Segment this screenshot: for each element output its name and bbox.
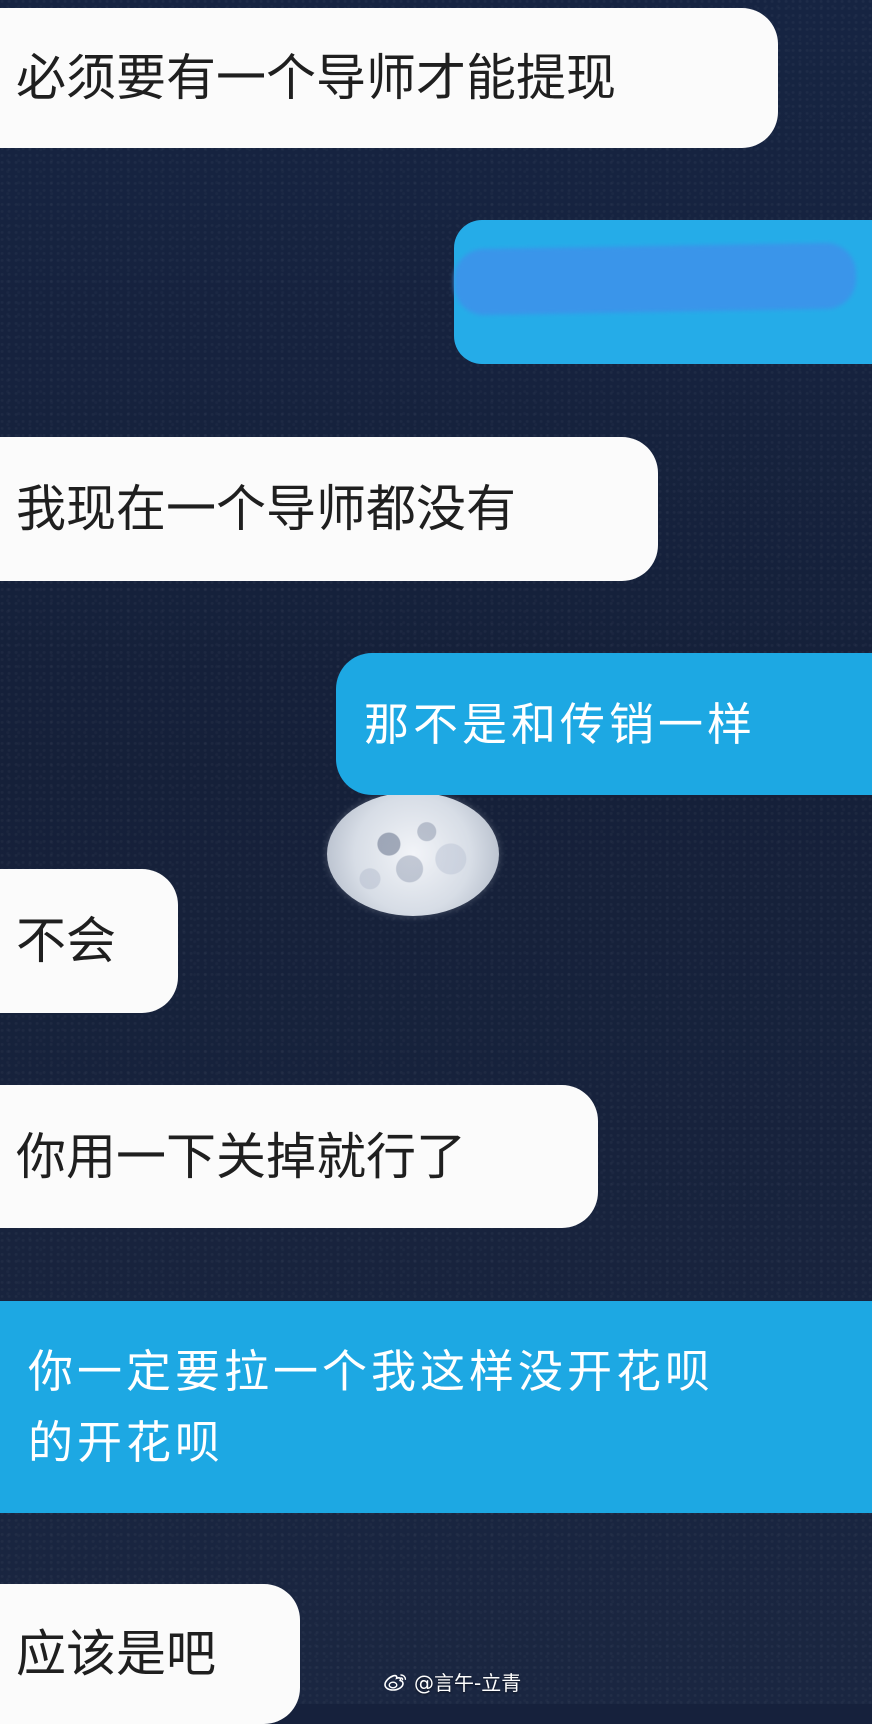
incoming-message-3: 不会 <box>0 869 178 1013</box>
message-text: 应该是吧 <box>16 1625 216 1683</box>
message-text: 必须要有一个导师才能提现 <box>16 49 616 107</box>
message-text: 你用一下关掉就行了 <box>16 1127 466 1186</box>
outgoing-message-2: 你一定要拉一个我这样没开花呗 的开花呗 <box>0 1301 872 1513</box>
message-line-2: 的开花呗 <box>28 1416 225 1469</box>
incoming-message-1: 必须要有一个导师才能提现 <box>0 8 778 148</box>
redacted-text-blur <box>453 242 857 316</box>
watermark-text: @言午-立青 <box>414 1671 522 1695</box>
message-text: 我现在一个导师都没有 <box>16 480 516 538</box>
weibo-icon <box>383 1672 408 1692</box>
watermark: @言午-立青 <box>383 1667 521 1696</box>
outgoing-message-1: 那不是和传销一样 <box>336 653 872 795</box>
message-text: 那不是和传销一样 <box>364 697 757 751</box>
outgoing-message-redacted <box>453 220 872 364</box>
incoming-message-5: 应该是吧 <box>0 1584 300 1724</box>
incoming-message-4: 你用一下关掉就行了 <box>0 1085 598 1228</box>
message-line-1: 你一定要拉一个我这样没开花呗 <box>28 1345 715 1398</box>
message-text: 不会 <box>16 912 116 970</box>
moon-image <box>327 792 499 916</box>
incoming-message-2: 我现在一个导师都没有 <box>0 437 658 581</box>
